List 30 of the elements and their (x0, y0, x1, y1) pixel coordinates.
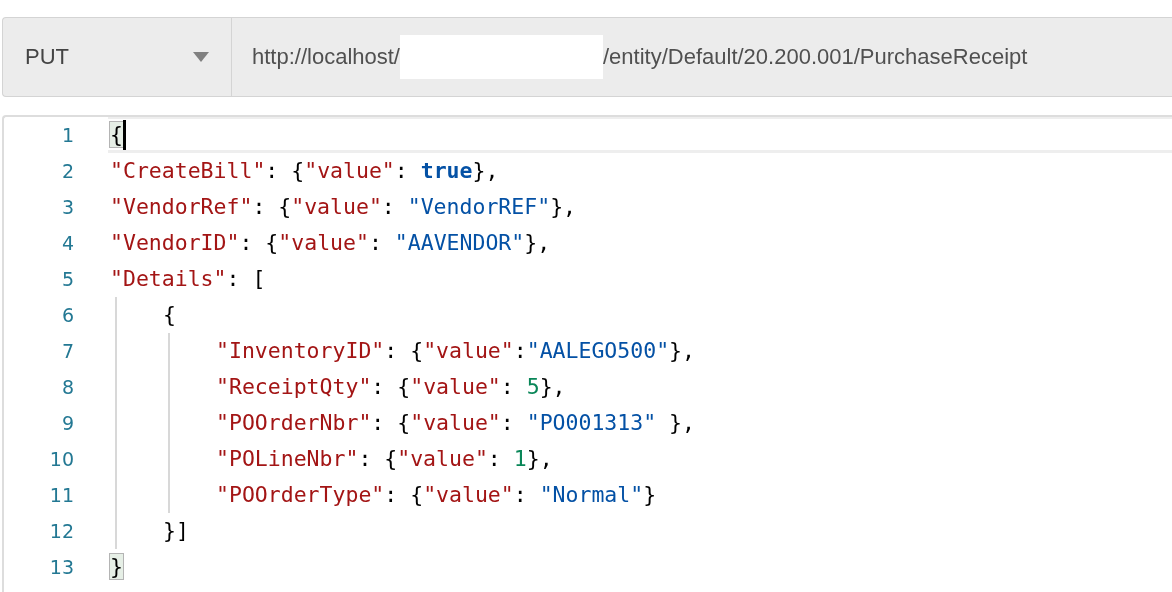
code-line: "POLineNbr": {"value": 1}, (216, 445, 553, 473)
code-line: "InventoryID": {"value":"AALEGO500"}, (216, 337, 695, 365)
code-line: "CreateBill": {"value": true}, (110, 157, 499, 185)
line-number: 8 (60, 375, 74, 400)
line-number: 10 (48, 447, 74, 472)
method-dropdown[interactable]: PUT (3, 18, 232, 96)
caret-icon (193, 52, 209, 62)
code-line: "POOrderNbr": {"value": "PO001313" }, (216, 409, 695, 437)
url-text: http://localhost/ (252, 44, 400, 70)
code-editor[interactable] (2, 115, 1172, 592)
line-number: 11 (48, 483, 74, 508)
line-number: 4 (60, 231, 74, 256)
code-line: "VendorID": {"value": "AAVENDOR"}, (110, 229, 551, 257)
code-line: "Details": [ (110, 265, 266, 293)
url-field[interactable]: http://localhost/ /entity/Default/20.200.001/PurchaseReceipt (232, 18, 1172, 96)
code-line: { (163, 301, 176, 329)
code-line: "ReceiptQty": {"value": 5}, (216, 373, 566, 401)
line-number: 9 (60, 411, 74, 436)
code-line: "POOrderType": {"value": "Normal"} (216, 481, 657, 509)
line-number: 12 (48, 519, 74, 544)
line-number: 5 (60, 267, 74, 292)
line-number: 7 (60, 339, 74, 364)
line-number: 3 (60, 195, 74, 220)
line-number: 2 (60, 159, 74, 184)
code-line: "VendorRef": {"value": "VendorREF"}, (110, 193, 576, 221)
url-text: /entity/Default/20.200.001/PurchaseReceipt (603, 44, 1028, 70)
line-number: 6 (60, 303, 74, 328)
line-number: 1 (60, 123, 74, 148)
line-number: 13 (48, 555, 74, 580)
code-line: }] (163, 517, 189, 545)
